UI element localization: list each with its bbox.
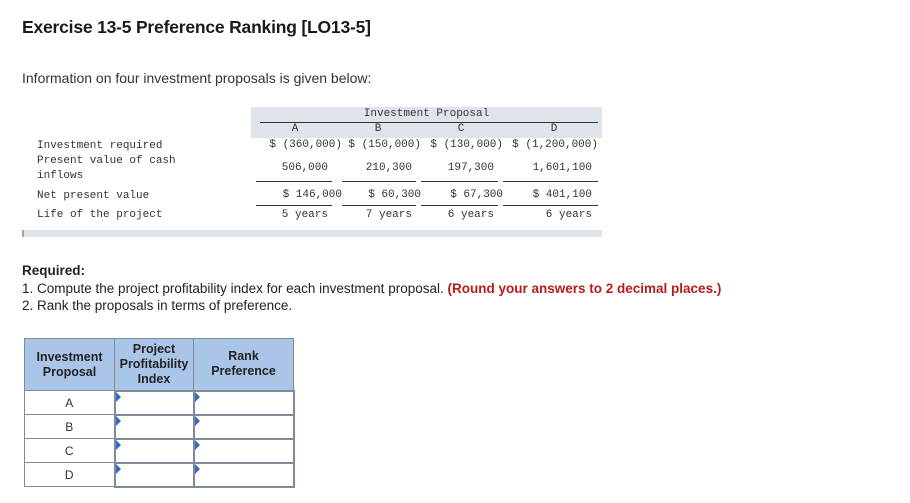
required-item-1-text: 1. Compute the project profitability ind… [22, 280, 444, 296]
cell-c-life: 6 years [447, 209, 494, 221]
column-header-d: D [550, 123, 558, 135]
cell-c-pv: 197,300 [447, 162, 494, 174]
profitability-index-field-a[interactable] [115, 391, 193, 414]
header-rank-preference-line2: Preference [211, 364, 276, 379]
table-bottom-band [22, 230, 602, 237]
cell-d-pv: 1,601,100 [532, 162, 592, 174]
header-profitability-index-line1: Project [132, 341, 176, 356]
proposal-label-a: A [24, 390, 115, 415]
rule-d [503, 181, 598, 182]
profitability-index-input-a[interactable] [113, 389, 195, 416]
input-marker-icon [115, 439, 121, 450]
page-title: Exercise 13-5 Preference Ranking [LO13-5… [22, 17, 371, 37]
investment-proposal-header: Investment Proposal [363, 108, 490, 120]
cell-a-pv: 506,000 [281, 162, 328, 174]
cell-c-investment: $ (130,000) [430, 139, 503, 151]
rule-a-2 [256, 205, 332, 206]
header-profitability-index-line3: Index [137, 371, 171, 386]
cell-b-life: 7 years [365, 209, 412, 221]
rule-d-2 [503, 205, 598, 206]
input-marker-icon [194, 391, 200, 402]
rank-field-a[interactable] [194, 391, 293, 414]
table-row: A [24, 389, 295, 416]
profitability-index-input-c[interactable] [113, 437, 195, 464]
cell-d-life: 6 years [545, 209, 592, 221]
header-rank-preference-line1: Rank [228, 349, 259, 364]
input-marker-icon [115, 391, 121, 402]
header-investment-proposal-line2: Proposal [42, 364, 97, 379]
table-row: B [24, 413, 295, 440]
header-profitability-index-line2: Profitability [119, 356, 189, 371]
cell-d-investment: $ (1,200,000) [512, 139, 598, 151]
profitability-index-field-d[interactable] [115, 463, 193, 486]
proposal-label-b: B [24, 414, 115, 439]
rule-b-2 [342, 205, 416, 206]
proposal-label-d: D [24, 462, 115, 487]
rule-c [421, 181, 498, 182]
investment-data-table: Investment Proposal A B C D Investment r… [22, 107, 602, 237]
cell-b-investment: $ (150,000) [348, 139, 421, 151]
table-row: C [24, 437, 295, 464]
column-header-c: C [457, 123, 465, 135]
cell-a-npv: $ 146,000 [282, 189, 342, 201]
profitability-index-input-b[interactable] [113, 413, 195, 440]
input-marker-icon [115, 415, 121, 426]
table-bottom-band-edge [22, 230, 24, 237]
input-marker-icon [194, 439, 200, 450]
required-item-2: 2. Rank the proposals in terms of prefer… [22, 298, 293, 313]
cell-a-investment: $ (360,000) [269, 139, 342, 151]
rank-input-d[interactable] [192, 461, 295, 488]
required-section: Required: 1. Compute the project profita… [22, 262, 721, 315]
rank-input-c[interactable] [192, 437, 295, 464]
cell-c-npv: $ 67,300 [450, 189, 503, 201]
header-investment-proposal: Investment Proposal [24, 338, 115, 391]
row-label-investment-required: Investment required [37, 140, 163, 152]
input-marker-icon [115, 463, 121, 474]
cell-d-npv: $ 401,100 [532, 189, 592, 201]
rank-field-c[interactable] [194, 439, 293, 462]
rank-field-b[interactable] [194, 415, 293, 438]
header-investment-proposal-line1: Investment [36, 349, 103, 364]
column-header-a: A [291, 123, 299, 135]
answer-table: Investment Proposal Project Profitabilit… [24, 338, 295, 488]
input-marker-icon [194, 415, 200, 426]
header-profitability-index: Project Profitability Index [114, 338, 194, 391]
table-row: D [24, 461, 295, 488]
input-marker-icon [194, 463, 200, 474]
rule-a [256, 181, 332, 182]
rule-b [342, 181, 416, 182]
profitability-index-input-d[interactable] [113, 461, 195, 488]
column-header-b: B [374, 123, 382, 135]
rank-field-d[interactable] [194, 463, 293, 486]
cell-b-npv: $ 60,300 [368, 189, 421, 201]
header-rank-preference: Rank Preference [193, 338, 294, 391]
row-label-pv-cash-line2: inflows [37, 170, 84, 182]
rank-input-b[interactable] [192, 413, 295, 440]
profitability-index-field-b[interactable] [115, 415, 193, 438]
profitability-index-field-c[interactable] [115, 439, 193, 462]
row-label-npv: Net present value [37, 190, 150, 202]
rank-input-a[interactable] [192, 389, 295, 416]
cell-a-life: 5 years [281, 209, 328, 221]
rounding-note: (Round your answers to 2 decimal places.… [447, 280, 722, 296]
cell-b-pv: 210,300 [365, 162, 412, 174]
row-label-life: Life of the project [37, 209, 163, 221]
required-item-1: 1. Compute the project profitability ind… [22, 280, 721, 298]
rule-c-2 [421, 205, 498, 206]
row-label-pv-cash-line1: Present value of cash [37, 155, 176, 167]
intro-text: Information on four investment proposals… [22, 70, 372, 86]
proposal-label-c: C [24, 438, 115, 463]
required-heading: Required: [22, 263, 86, 278]
